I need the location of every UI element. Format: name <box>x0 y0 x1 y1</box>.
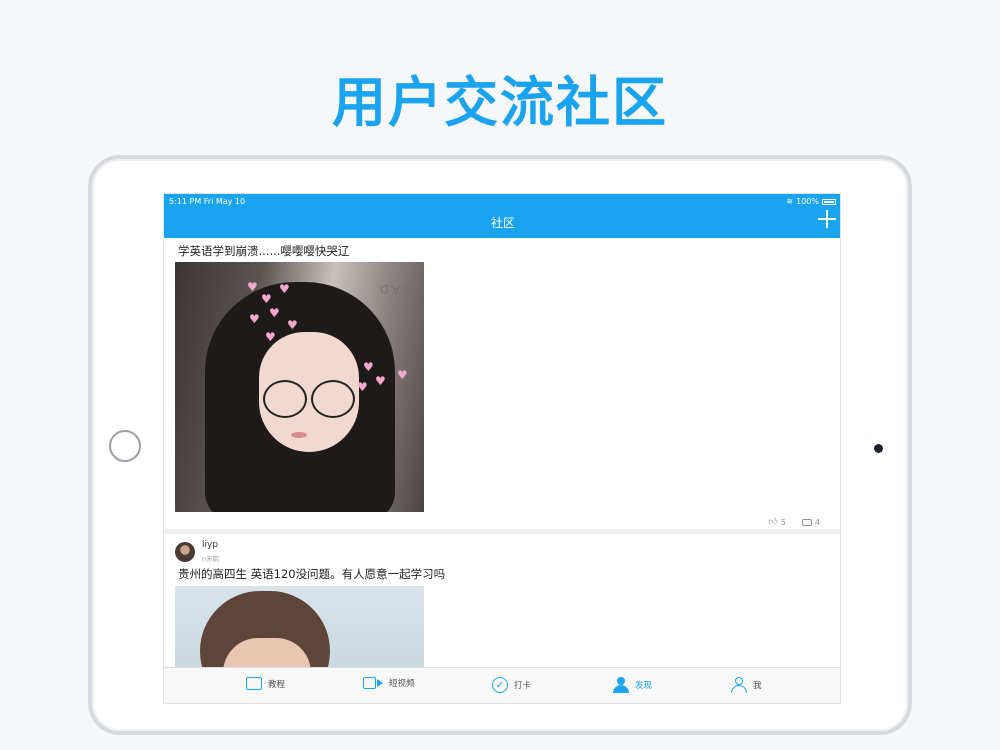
headline: 用户交流社区 <box>332 71 668 134</box>
like-count: 5 <box>780 517 786 527</box>
comment-button[interactable]: 4 <box>801 517 820 527</box>
tab-tutorial[interactable]: 教程 <box>246 677 285 690</box>
tab-label: 发现 <box>635 681 653 691</box>
battery-text: 100% <box>796 197 819 206</box>
tab-checkin[interactable]: ✓ 打卡 <box>492 677 531 693</box>
battery-icon <box>822 198 836 205</box>
home-button[interactable] <box>109 430 141 462</box>
profile-icon <box>731 677 747 693</box>
tab-label: 短视频 <box>389 679 415 689</box>
ipad-frame: 5:11 PM Fri May 10 ≋ 100% 社区 学英语学到崩溃....… <box>88 155 912 735</box>
post-text: 学英语学到崩溃......嘤嘤嘤快哭辽 <box>178 244 350 258</box>
camera <box>874 444 883 453</box>
book-icon <box>246 677 262 690</box>
tab-profile[interactable]: 我 <box>731 677 762 693</box>
username[interactable]: liyp <box>202 540 218 550</box>
discover-icon <box>613 677 629 693</box>
thumbs-up-icon: 👍︎ <box>768 517 778 527</box>
app-screen: 5:11 PM Fri May 10 ≋ 100% 社区 学英语学到崩溃....… <box>163 193 841 704</box>
post-item[interactable]: 学英语学到崩溃......嘤嘤嘤快哭辽 ᗡ ∀ 中 ♥ ♥ ♥ ♥ ♥ ♥ ♥ … <box>164 238 840 529</box>
tab-bar: 教程 短视频 ✓ 打卡 发现 我 <box>164 667 840 703</box>
avatar[interactable] <box>175 542 195 562</box>
comment-count: 4 <box>814 517 820 527</box>
post-time: n天前 <box>202 555 220 563</box>
page-title: 社区 <box>490 216 515 230</box>
post-actions: 👍︎ 5 4 <box>768 517 820 527</box>
post-item[interactable]: liyp n天前 贵州的高四生 英语120没问题。有人愿意一起学习吗 <box>164 534 840 667</box>
tab-label: 我 <box>753 681 762 691</box>
video-icon <box>363 677 383 689</box>
comment-icon <box>801 518 812 526</box>
tab-short-video[interactable]: 短视频 <box>363 677 415 689</box>
post-photo[interactable] <box>175 586 424 667</box>
check-icon: ✓ <box>492 677 508 693</box>
status-time: 5:11 PM Fri May 10 <box>169 197 246 206</box>
post-photo[interactable]: ᗡ ∀ 中 ♥ ♥ ♥ ♥ ♥ ♥ ♥ ♥ ♥ ♥ ♥ <box>175 262 424 512</box>
tab-label: 打卡 <box>514 681 532 691</box>
post-text: 贵州的高四生 英语120没问题。有人愿意一起学习吗 <box>178 567 446 581</box>
post-feed[interactable]: 学英语学到崩溃......嘤嘤嘤快哭辽 ᗡ ∀ 中 ♥ ♥ ♥ ♥ ♥ ♥ ♥ … <box>164 238 840 667</box>
tab-discover[interactable]: 发现 <box>613 677 652 693</box>
wifi-icon: ≋ <box>786 197 794 206</box>
navbar: 5:11 PM Fri May 10 ≋ 100% 社区 <box>164 194 840 238</box>
status-indicators: ≋ 100% <box>786 197 836 206</box>
add-post-button[interactable] <box>818 210 836 228</box>
like-button[interactable]: 👍︎ 5 <box>768 517 786 527</box>
tab-label: 教程 <box>268 679 286 690</box>
